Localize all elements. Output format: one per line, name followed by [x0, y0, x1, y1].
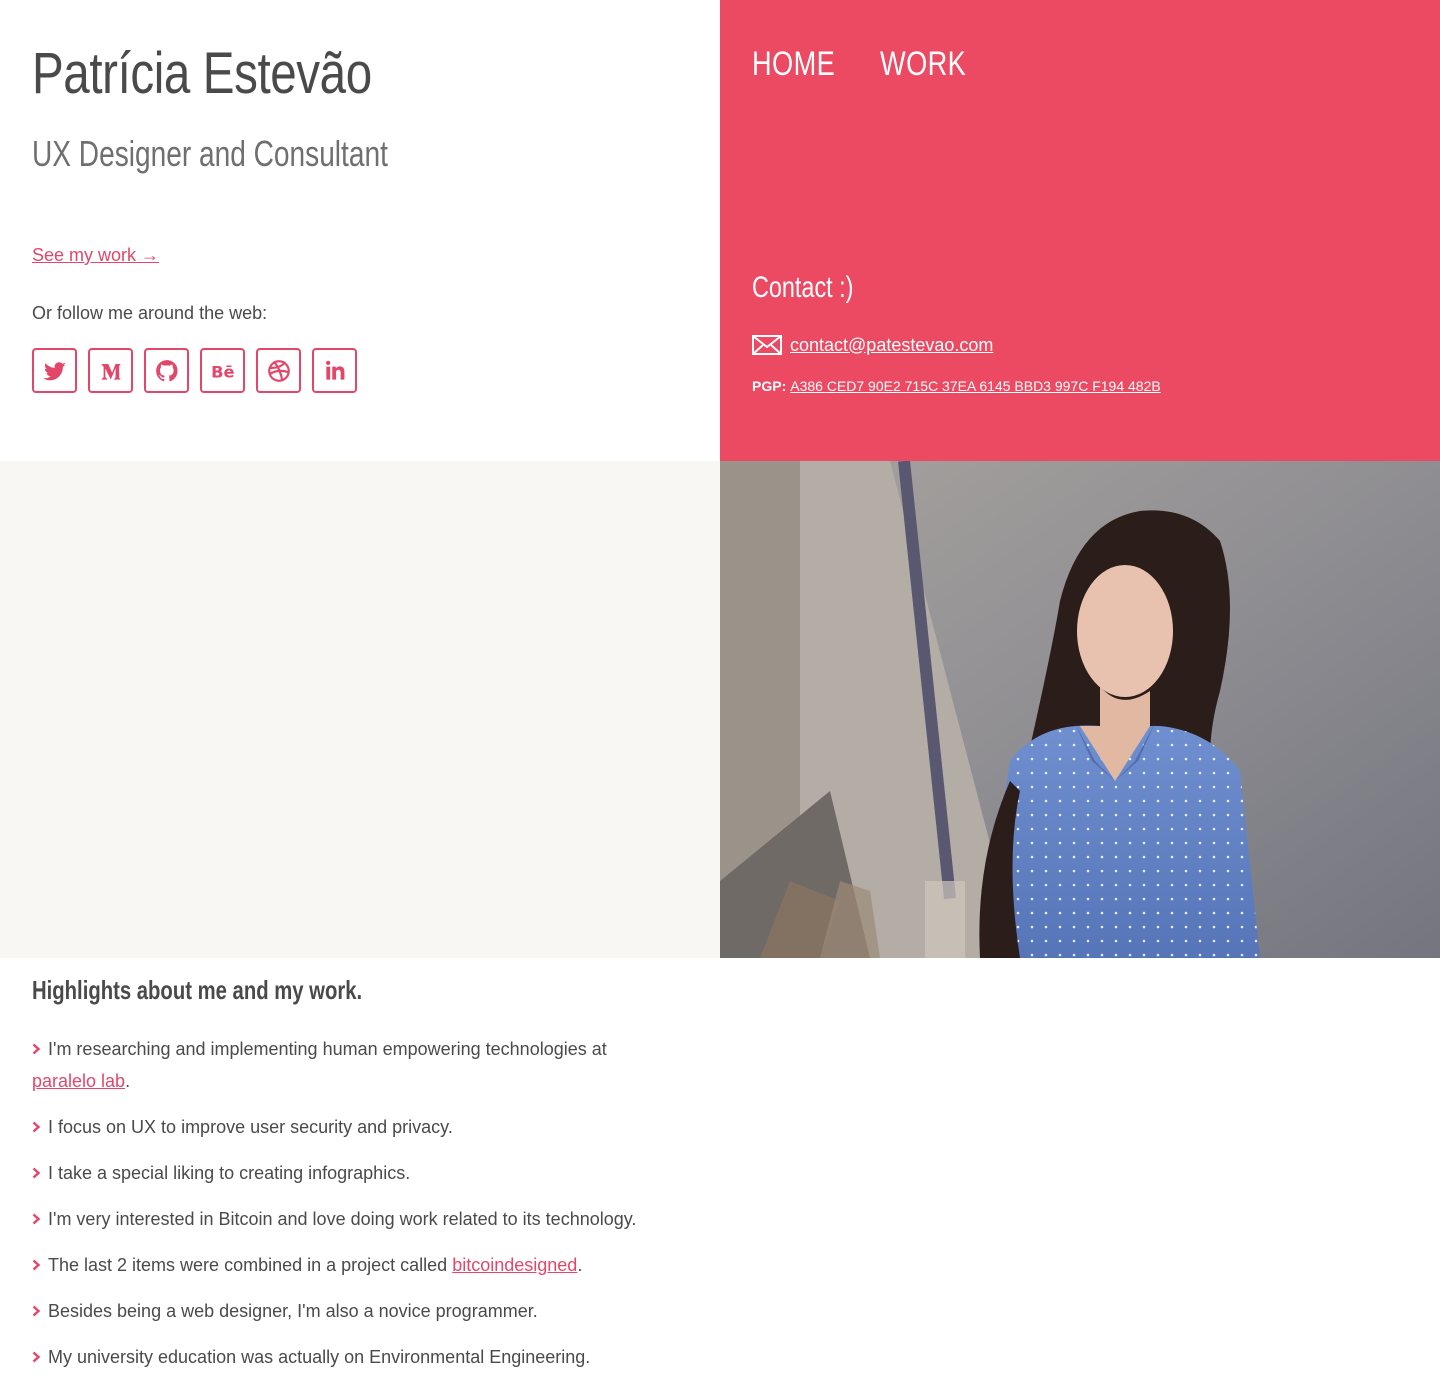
twitter-icon — [42, 361, 66, 380]
email-link[interactable]: contact@patestevao.com — [790, 335, 993, 356]
list-item: I take a special liking to creating info… — [32, 1157, 672, 1189]
chevron-right-icon — [32, 1305, 41, 1317]
nav-home[interactable]: HOME — [752, 42, 835, 86]
pgp-label: PGP: — [752, 378, 787, 394]
medium-icon — [100, 363, 121, 380]
chevron-right-icon — [32, 1213, 41, 1225]
list-item-suffix: . — [577, 1255, 583, 1275]
page: Patrícia Estevão UX Designer and Consult… — [0, 0, 1440, 1367]
list-item: Besides being a web designer, I'm also a… — [32, 1295, 672, 1327]
list-item-text: The last 2 items were combined in a proj… — [48, 1255, 448, 1275]
envelope-icon — [752, 335, 782, 355]
subtitle: UX Designer and Consultant — [32, 133, 388, 174]
social-github[interactable] — [144, 348, 189, 393]
social-links: Bē — [32, 348, 357, 393]
list-item: The last 2 items were combined in a proj… — [32, 1249, 672, 1281]
svg-text:Bē: Bē — [211, 362, 234, 381]
dribbble-icon — [267, 359, 290, 382]
social-twitter[interactable] — [32, 348, 77, 393]
list-item-text: I take a special liking to creating info… — [48, 1163, 411, 1183]
email-row: contact@patestevao.com — [752, 334, 993, 356]
bitcoindesigned-link[interactable]: bitcoindesigned — [452, 1255, 577, 1275]
contact-heading: Contact :) — [752, 271, 854, 304]
pgp-key-link[interactable]: A386 CED7 90E2 715C 37EA 6145 BBD3 997C … — [790, 378, 1160, 394]
follow-text: Or follow me around the web: — [32, 303, 268, 323]
github-icon — [155, 359, 178, 381]
list-item-text: I focus on UX to improve user security a… — [48, 1117, 453, 1137]
list-item: I focus on UX to improve user security a… — [32, 1111, 672, 1143]
list-item: I'm very interested in Bitcoin and love … — [32, 1203, 672, 1235]
list-item-text: I'm researching and implementing human e… — [48, 1039, 607, 1059]
nav-work[interactable]: WORK — [880, 42, 966, 86]
social-dribbble[interactable] — [256, 348, 301, 393]
list-item-text: I'm very interested in Bitcoin and love … — [48, 1209, 637, 1229]
chevron-right-icon — [32, 1259, 41, 1271]
list-item-text: Besides being a web designer, I'm also a… — [48, 1301, 538, 1321]
linkedin-icon — [325, 360, 344, 380]
portrait-photo — [720, 461, 1440, 958]
paralelo-lab-link[interactable]: paralelo lab — [32, 1071, 125, 1091]
intro-section: Patrícia Estevão UX Designer and Consult… — [0, 0, 720, 461]
chevron-right-icon — [32, 1167, 41, 1179]
highlights-section: Highlights about me and my work. I'm res… — [0, 461, 720, 1367]
social-behance[interactable]: Bē — [200, 348, 245, 393]
list-item-suffix: . — [125, 1071, 131, 1091]
behance-icon: Bē — [211, 362, 234, 381]
list-item: My university education was actually on … — [32, 1341, 672, 1373]
main-nav: HOME WORK — [752, 42, 988, 86]
portrait-section — [720, 461, 1440, 958]
pgp-row: PGP: A386 CED7 90E2 715C 37EA 6145 BBD3 9… — [752, 378, 1161, 394]
highlights-list: I'm researching and implementing human e… — [32, 1033, 672, 1387]
list-item-text: My university education was actually on … — [48, 1347, 591, 1367]
see-my-work-link[interactable]: See my work → — [32, 245, 159, 266]
highlights-heading: Highlights about me and my work. — [32, 975, 363, 1005]
page-title: Patrícia Estevão — [32, 41, 372, 106]
nav-contact-section: HOME WORK Contact :) contact@patestevao.… — [720, 0, 1440, 461]
list-item: I'm researching and implementing human e… — [32, 1033, 672, 1097]
chevron-right-icon — [32, 1043, 41, 1055]
social-medium[interactable] — [88, 348, 133, 393]
chevron-right-icon — [32, 1351, 41, 1363]
chevron-right-icon — [32, 1121, 41, 1133]
social-linkedin[interactable] — [312, 348, 357, 393]
